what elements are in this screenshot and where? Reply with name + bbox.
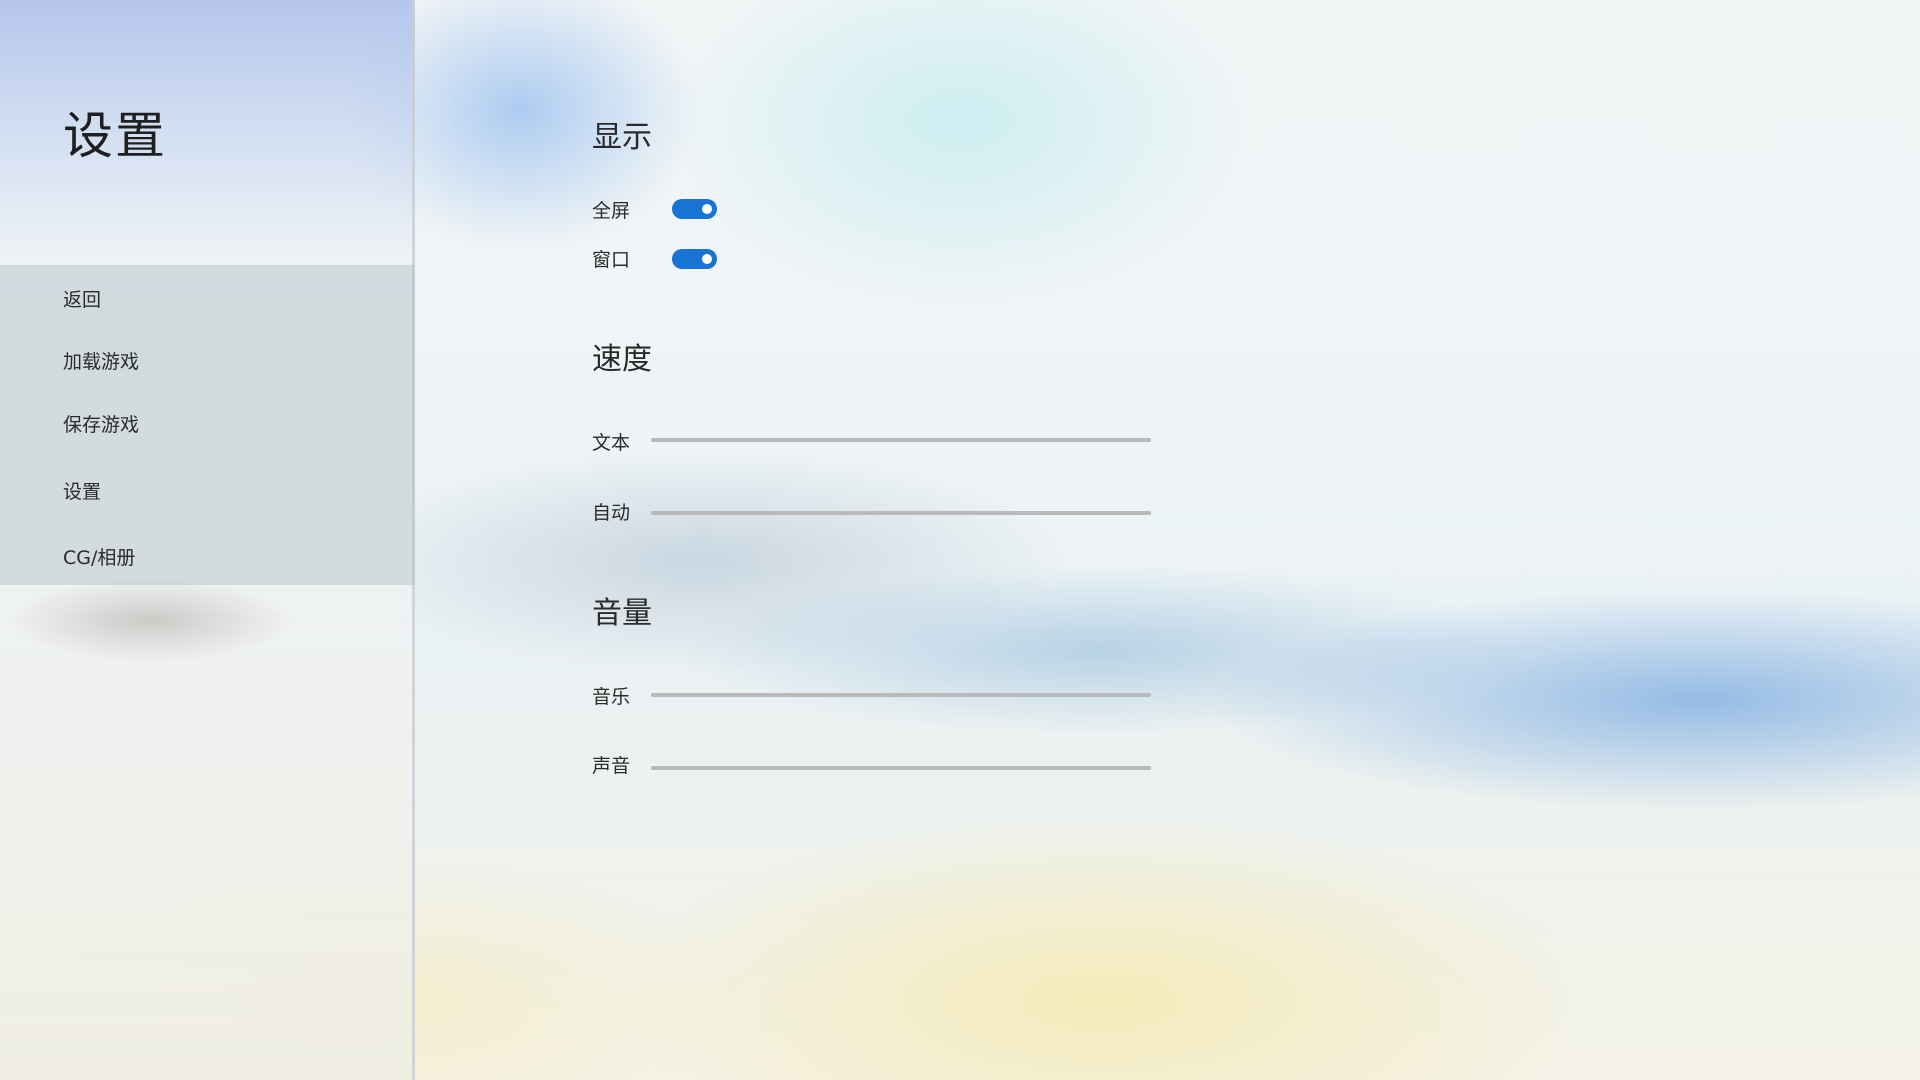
window-toggle[interactable] bbox=[672, 249, 717, 269]
nav-item-back[interactable]: 返回 bbox=[63, 285, 101, 312]
slider-fill bbox=[651, 438, 1151, 442]
text-speed-slider[interactable] bbox=[651, 434, 1151, 446]
auto-speed-slider[interactable] bbox=[651, 507, 1151, 519]
sidebar: 设置 返回 加载游戏 保存游戏 设置 CG/相册 bbox=[0, 0, 415, 1080]
nav-panel: 返回 加载游戏 保存游戏 设置 CG/相册 bbox=[0, 265, 415, 585]
sound-volume-slider[interactable] bbox=[651, 762, 1151, 774]
page-title: 设置 bbox=[63, 107, 167, 165]
section-title-speed: 速度 bbox=[592, 342, 652, 377]
window-label: 窗口 bbox=[592, 249, 631, 271]
auto-speed-label: 自动 bbox=[592, 502, 631, 524]
nav-item-cg-album[interactable]: CG/相册 bbox=[63, 543, 135, 570]
section-title-volume: 音量 bbox=[592, 596, 652, 631]
text-speed-label: 文本 bbox=[592, 432, 631, 454]
nav-item-load-game[interactable]: 加载游戏 bbox=[63, 347, 139, 374]
fullscreen-toggle[interactable] bbox=[672, 199, 717, 219]
settings-screen: 设置 返回 加载游戏 保存游戏 设置 CG/相册 显示 全屏 窗口 速度 文本 … bbox=[0, 0, 1920, 1080]
fullscreen-label: 全屏 bbox=[592, 200, 631, 222]
section-title-display: 显示 bbox=[592, 120, 652, 155]
nav-item-save-game[interactable]: 保存游戏 bbox=[63, 410, 139, 437]
music-volume-slider[interactable] bbox=[651, 689, 1151, 701]
toggle-knob bbox=[702, 204, 712, 214]
sound-volume-label: 声音 bbox=[592, 755, 631, 777]
nav-item-settings[interactable]: 设置 bbox=[63, 477, 101, 504]
slider-fill bbox=[651, 511, 1151, 515]
slider-fill bbox=[651, 766, 1151, 770]
music-volume-label: 音乐 bbox=[592, 686, 631, 708]
toggle-knob bbox=[702, 254, 712, 264]
slider-fill bbox=[651, 693, 1151, 697]
